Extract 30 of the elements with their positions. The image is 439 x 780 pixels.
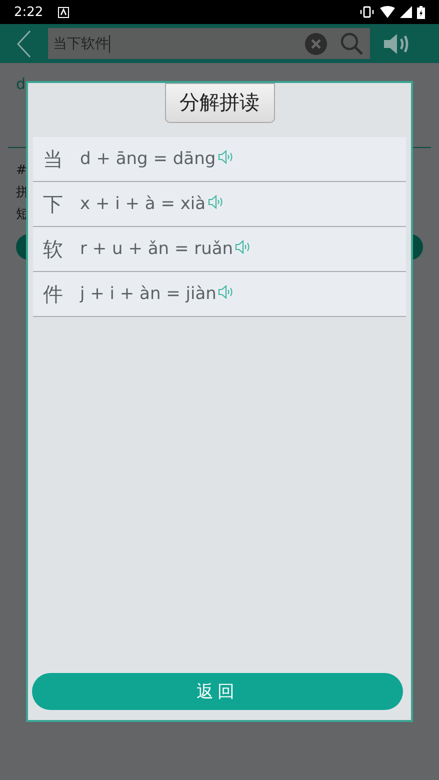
pinyin-row[interactable]: 下 x + i + à = xià [33, 182, 406, 227]
back-icon[interactable] [16, 30, 32, 58]
back-button[interactable]: 返回 [32, 673, 403, 710]
speaker-icon[interactable] [218, 150, 234, 164]
character-text: 软 [43, 236, 64, 262]
pinyin-text: d [16, 75, 27, 95]
wifi-icon [380, 6, 395, 18]
signal-icon [400, 6, 412, 18]
character-text: 件 [43, 280, 64, 308]
status-time: 2:22 [14, 4, 44, 20]
formula-text: d + āng = dāng [80, 149, 216, 169]
speaker-icon[interactable] [208, 195, 224, 209]
formula-text: r + u + ǎn = ruǎn [80, 239, 234, 259]
speaker-icon[interactable] [218, 285, 234, 299]
speaker-icon[interactable] [235, 240, 252, 254]
search-icon[interactable] [340, 32, 364, 56]
pinyin-row[interactable]: 当 d + āng = dāng [33, 137, 406, 182]
vibrate-icon [359, 6, 375, 18]
formula-text: j + i + àn = jiàn [80, 284, 216, 304]
dialog-title: 分解拼读 [164, 83, 274, 123]
character-text: 当 [43, 146, 64, 172]
battery-icon [417, 6, 425, 18]
pinyin-row[interactable]: 件 j + i + àn = jiàn [33, 272, 406, 317]
clear-icon[interactable] [305, 32, 327, 54]
character-text: 下 [43, 190, 64, 218]
speaker-icon[interactable] [382, 32, 410, 54]
pinyin-row[interactable]: 软 r + u + ǎn = ruǎn [33, 227, 406, 272]
formula-text: x + i + à = xià [80, 194, 206, 214]
notification-icon [58, 6, 70, 18]
text-fragment: # [16, 162, 27, 180]
